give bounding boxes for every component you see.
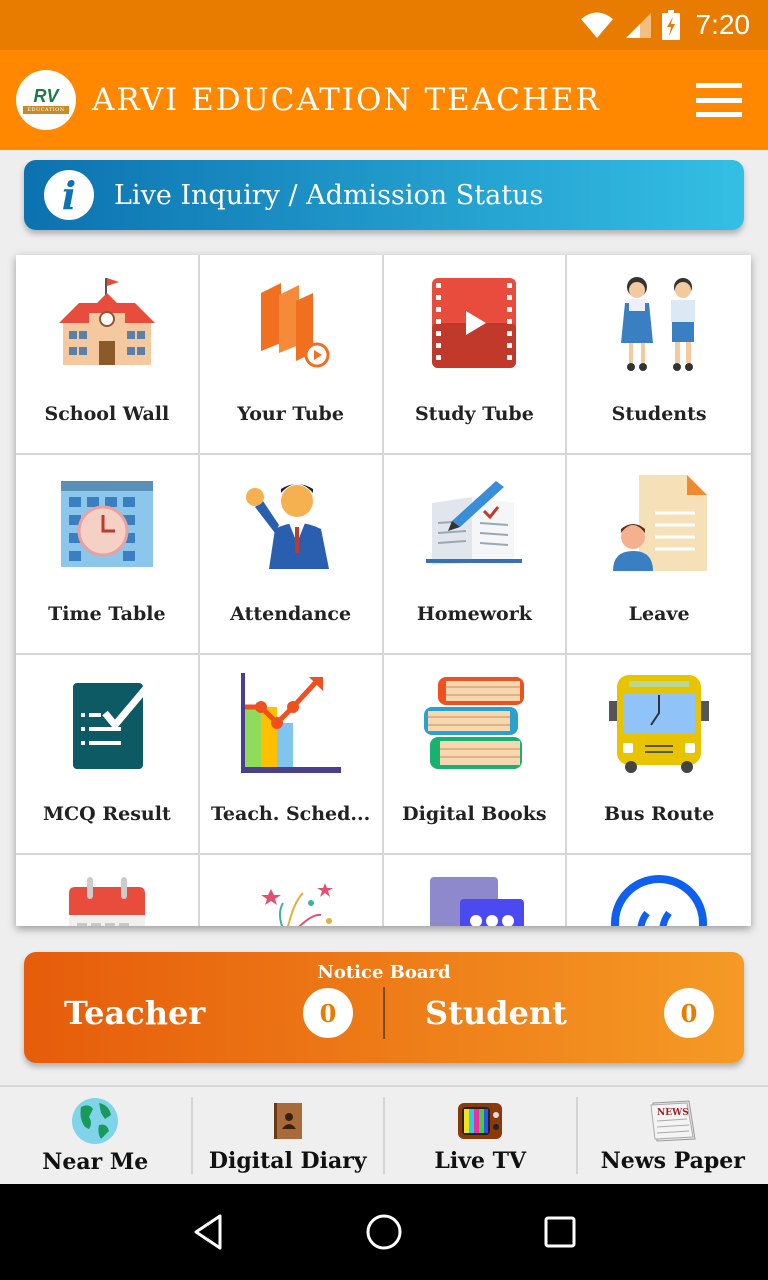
status-bar: 7:20 <box>0 0 768 50</box>
tile-students[interactable]: Students <box>567 255 751 455</box>
student-notices-button[interactable]: Student 0 <box>385 988 744 1038</box>
bus-icon <box>609 673 710 773</box>
tile-label: Your Tube <box>237 403 344 425</box>
calendar-icon <box>57 873 157 926</box>
teacher-count-badge: 0 <box>303 988 353 1038</box>
notice-board[interactable]: Notice Board Teacher 0 Student 0 <box>24 952 744 1063</box>
party-popper-icon <box>241 873 341 926</box>
tile-digital-books[interactable]: Digital Books <box>383 655 568 855</box>
signal-icon <box>625 13 651 38</box>
module-grid[interactable]: School Wall Your Tube Study Tube Student… <box>16 255 751 926</box>
app-logo: RV EDUCATION <box>16 70 76 130</box>
recents-icon[interactable] <box>540 1212 580 1252</box>
bottom-nav-label: Live TV <box>434 1148 527 1174</box>
leave-document-icon <box>609 473 709 573</box>
tile-chat[interactable] <box>384 855 568 926</box>
teacher-notices-button[interactable]: Teacher 0 <box>24 988 383 1038</box>
student-count-badge: 0 <box>664 988 714 1038</box>
logo-text: RV <box>33 85 59 106</box>
tile-study-tube[interactable]: Study Tube <box>383 255 568 455</box>
tile-bus-route[interactable]: Bus Route <box>567 655 751 855</box>
tile-celebration[interactable] <box>200 855 384 926</box>
teacher-waving-icon <box>241 473 341 573</box>
quote-icon <box>609 873 709 926</box>
video-play-icon <box>424 273 524 373</box>
tile-calendar[interactable] <box>16 855 200 926</box>
tile-label: Digital Books <box>402 803 547 825</box>
wifi-icon <box>580 12 613 38</box>
tile-label: Teach. Sched... <box>210 803 371 825</box>
students-icon <box>609 273 709 373</box>
student-label: Student <box>425 994 567 1032</box>
calendar-clock-icon <box>57 473 157 573</box>
tile-school-wall[interactable]: School Wall <box>16 255 200 455</box>
diary-icon <box>272 1097 304 1144</box>
tile-attendance[interactable]: Attendance <box>199 455 384 655</box>
tile-label: Leave <box>628 603 690 625</box>
books-video-icon <box>241 273 341 373</box>
bottom-nav-digital-diary[interactable]: Digital Diary <box>193 1097 385 1174</box>
info-icon: i <box>44 170 94 220</box>
teacher-label: Teacher <box>64 994 206 1032</box>
bottom-nav: Near Me Digital Diary Live TV NEWS News … <box>0 1085 768 1184</box>
tile-label: MCQ Result <box>43 803 171 825</box>
bottom-nav-live-tv[interactable]: Live TV <box>385 1097 578 1174</box>
tile-teach-schedule[interactable]: Teach. Sched... <box>199 655 384 855</box>
school-building-icon <box>57 273 157 373</box>
logo-ribbon: EDUCATION <box>23 105 69 114</box>
tv-icon <box>457 1097 503 1144</box>
tile-label: Study Tube <box>414 403 534 425</box>
tile-label: Bus Route <box>603 803 715 825</box>
bottom-nav-label: News Paper <box>600 1148 745 1174</box>
status-time: 7:20 <box>695 9 751 40</box>
home-icon[interactable] <box>364 1212 404 1252</box>
tile-label: Attendance <box>230 603 352 625</box>
svg-text:NEWS: NEWS <box>657 1108 689 1118</box>
checklist-icon <box>57 673 157 773</box>
book-stack-icon <box>424 673 525 773</box>
tile-label: Homework <box>416 603 532 625</box>
app-bar: RV EDUCATION ARVI EDUCATION TEACHER <box>0 50 768 150</box>
app-title: ARVI EDUCATION TEACHER <box>92 82 601 118</box>
tile-leave[interactable]: Leave <box>567 455 751 655</box>
tile-homework[interactable]: Homework <box>383 455 568 655</box>
live-inquiry-label: Live Inquiry / Admission Status <box>114 179 544 211</box>
growth-chart-icon <box>240 673 341 773</box>
tile-label: School Wall <box>44 403 170 425</box>
chat-bubbles-icon <box>424 873 525 926</box>
bottom-nav-near-me[interactable]: Near Me <box>0 1097 193 1175</box>
back-icon[interactable] <box>188 1212 228 1252</box>
live-inquiry-button[interactable]: i Live Inquiry / Admission Status <box>24 160 744 230</box>
tile-label: Time Table <box>48 603 166 625</box>
notice-board-title: Notice Board <box>317 962 451 983</box>
bottom-nav-news-paper[interactable]: NEWS News Paper <box>578 1097 768 1174</box>
tile-your-tube[interactable]: Your Tube <box>199 255 384 455</box>
globe-icon <box>71 1097 119 1145</box>
tile-quote[interactable] <box>567 855 751 926</box>
hamburger-menu-icon[interactable] <box>696 83 742 117</box>
tile-label: Students <box>611 403 707 425</box>
battery-charging-icon <box>661 10 680 40</box>
tile-time-table[interactable]: Time Table <box>16 455 200 655</box>
bottom-nav-label: Near Me <box>42 1148 149 1175</box>
newspaper-icon: NEWS <box>649 1097 697 1144</box>
bottom-nav-label: Digital Diary <box>208 1148 367 1174</box>
notebook-pen-icon <box>424 473 524 573</box>
system-nav-bar <box>0 1184 768 1280</box>
tile-mcq-result[interactable]: MCQ Result <box>16 655 200 855</box>
